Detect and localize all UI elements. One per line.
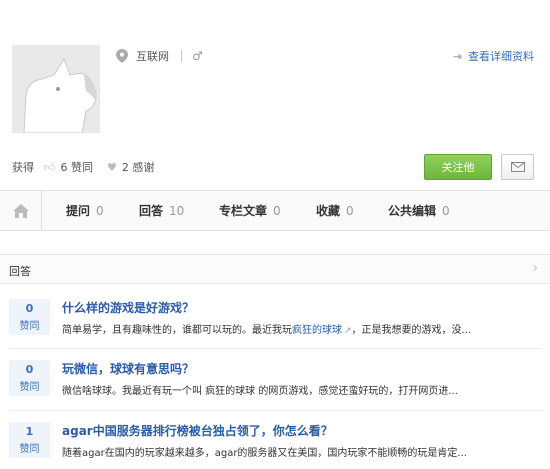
section-title: 回答: [9, 265, 31, 278]
chevron-right-icon: ›: [532, 261, 538, 276]
vote-count: 0: [25, 302, 34, 315]
divider: [181, 50, 182, 62]
tab-count: 0: [346, 203, 354, 218]
default-avatar-dog-icon: [12, 45, 100, 133]
vote-label: 赞同: [19, 444, 40, 455]
tab-count: 0: [442, 203, 450, 218]
answer-excerpt[interactable]: 简单易学，且有趣味性的，谁都可以玩的。最近我玩疯狂的球球 ↗，正是我想要的游戏，没…: [62, 321, 540, 336]
stats-prefix: 获得: [12, 161, 34, 174]
envelope-icon: [510, 162, 525, 172]
list-item: 1 赞同 agar中国服务器排行榜被台独占领了，你怎么看？ 随着agar在国内的…: [0, 422, 550, 466]
avatar[interactable]: [12, 45, 100, 133]
excerpt-text: ，正是我想要的游戏，没...: [351, 325, 472, 336]
tab-label: 收藏: [316, 204, 341, 218]
tab-count: 0: [96, 203, 104, 218]
vote-button[interactable]: 0 赞同: [9, 360, 50, 396]
divider: [9, 410, 541, 411]
vote-label: 赞同: [19, 321, 40, 332]
profile-tabs: 提问 0 回答 10 专栏文章 0 收藏 0 公共编辑 0: [0, 190, 550, 231]
home-icon: [12, 203, 29, 218]
tab-count: 0: [273, 203, 281, 218]
question-title[interactable]: 什么样的游戏是好游戏？: [62, 299, 194, 316]
external-link-icon: ↗: [344, 326, 352, 336]
view-details-label: 查看详细资料: [468, 50, 534, 63]
message-button[interactable]: [501, 154, 534, 180]
tab-questions[interactable]: 提问 0: [66, 191, 104, 230]
vote-button[interactable]: 0 赞同: [9, 299, 50, 335]
male-icon: ♂: [192, 49, 203, 63]
list-item: 0 赞同 什么样的游戏是好游戏？ 简单易学，且有趣味性的，谁都可以玩的。最近我玩…: [0, 299, 550, 343]
vote-button[interactable]: 1 赞同: [9, 422, 50, 458]
stats-row: 获得 👍︎ 6 赞同 ♥ 2 感谢: [12, 158, 158, 176]
vote-count: 0: [25, 363, 34, 376]
location-pin-icon: [116, 49, 128, 63]
upvote-count: 6 赞同: [60, 161, 94, 174]
follow-button[interactable]: 关注他: [424, 154, 492, 180]
tab-column-articles[interactable]: 专栏文章 0: [219, 191, 281, 230]
tab-label: 公共编辑: [388, 204, 437, 218]
answer-excerpt[interactable]: 随着agar在国内的玩家越来越多，agar的服务器又在美国，国内玩家不能顺畅的玩…: [62, 444, 540, 459]
list-item: 0 赞同 玩微信，球球有意思吗？ 微信啥球球。我最近有玩一个叫 疯狂的球球 的网…: [0, 360, 550, 404]
details-arrow-icon: ⇥: [452, 49, 462, 63]
vote-count: 1: [25, 425, 34, 438]
tab-count: 10: [169, 203, 185, 218]
tab-favorites[interactable]: 收藏 0: [316, 191, 354, 230]
location-row: 互联网 ♂: [116, 46, 203, 66]
tab-label: 提问: [66, 204, 91, 218]
location-text[interactable]: 互联网: [136, 48, 169, 64]
profile-header: 互联网 ♂ ⇥ 查看详细资料 获得 👍︎ 6 赞同 ♥ 2 感谢 关注他: [0, 0, 550, 190]
tab-answers[interactable]: 回答 10: [139, 191, 184, 230]
question-title[interactable]: agar中国服务器排行榜被台独占领了，你怎么看？: [62, 422, 333, 439]
excerpt-text: 简单易学，且有趣味性的，谁都可以玩的。最近我玩: [62, 325, 292, 336]
answers-section-header[interactable]: 回答 ›: [0, 254, 550, 284]
divider: [9, 348, 541, 349]
tab-label: 专栏文章: [219, 204, 268, 218]
thumbs-up-icon: 👍︎: [44, 160, 56, 174]
view-details-link[interactable]: ⇥ 查看详细资料: [453, 46, 534, 66]
tab-label: 回答: [139, 204, 164, 218]
excerpt-link[interactable]: 疯狂的球球: [292, 325, 342, 336]
vote-label: 赞同: [19, 382, 40, 393]
question-title[interactable]: 玩微信，球球有意思吗？: [62, 360, 194, 377]
tab-home[interactable]: [0, 191, 42, 230]
heart-icon: ♥: [107, 160, 117, 174]
thanks-count: 2 感谢: [121, 161, 155, 174]
tab-public-edits[interactable]: 公共编辑 0: [388, 191, 450, 230]
answer-excerpt[interactable]: 微信啥球球。我最近有玩一个叫 疯狂的球球 的网页游戏，感觉还蛮好玩的，打开网页进…: [62, 382, 540, 397]
